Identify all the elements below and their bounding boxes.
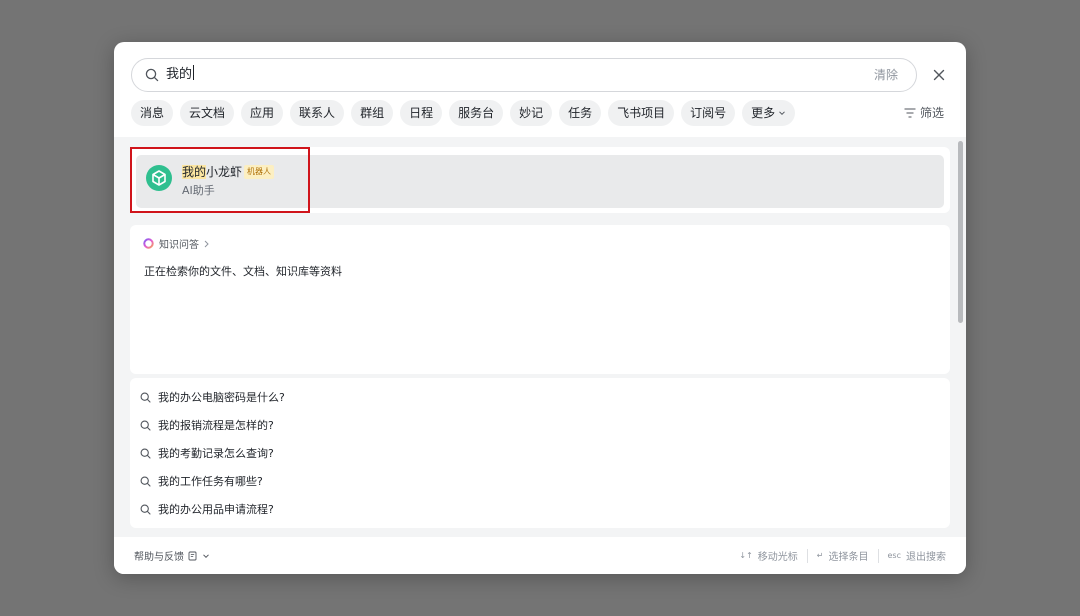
chevron-right-icon [204,240,209,247]
chevron-down-icon [203,553,209,558]
hint-exit-key: esc [887,551,902,560]
search-dialog: 我的 清除 消息 云文档 应用 联系人 群组 日程 服务台 妙记 任务 飞书项目… [114,42,966,574]
filter-icon [904,108,916,117]
suggestion-item[interactable]: 我的考勤记录怎么查询? [140,442,274,464]
category-chips: 消息 云文档 应用 联系人 群组 日程 服务台 妙记 任务 飞书项目 订阅号 更… [131,100,796,126]
chip-apps[interactable]: 应用 [241,100,284,126]
divider [806,548,808,563]
suggestion-item[interactable]: 我的报销流程是怎样的? [140,414,274,436]
bot-name: 我的小龙虾 [182,164,242,180]
chip-tasks[interactable]: 任务 [559,100,602,126]
hint-move-key: ↓↑ [739,551,753,560]
chip-subscriptions[interactable]: 订阅号 [681,100,736,126]
dialog-footer: 帮助与反馈 ↓↑ 移动光标 ↵ 选择条目 esc 退出搜索 [114,537,966,574]
bot-name-rest: 小龙虾 [206,165,243,179]
suggestion-item[interactable]: 我的办公用品申请流程? [140,498,274,520]
bot-result-item[interactable]: 我的小龙虾 机器人 AI助手 [136,155,944,208]
chip-groups[interactable]: 群组 [351,100,394,126]
bot-name-highlight: 我的 [182,165,207,179]
chip-minutes[interactable]: 妙记 [510,100,553,126]
suggestion-item[interactable]: 我的办公电脑密码是什么? [140,386,285,408]
keyboard-hints: ↓↑ 移动光标 ↵ 选择条目 esc 退出搜索 [739,548,946,563]
chip-helpdesk[interactable]: 服务台 [449,100,504,126]
search-query: 我的 [166,67,193,82]
chip-more[interactable]: 更多 [742,100,796,126]
hint-exit-search: esc 退出搜索 [887,551,947,563]
search-icon [140,420,151,431]
knowledge-qa-header[interactable]: 知识问答 [143,236,210,251]
search-box[interactable]: 我的 清除 [131,58,917,92]
divider [877,548,879,563]
filter-button[interactable]: 筛选 [904,104,944,121]
clear-button[interactable]: 清除 [874,66,898,84]
bot-avatar-icon [146,165,172,191]
bot-tag-badge: 机器人 [244,165,274,179]
chip-projects[interactable]: 飞书项目 [608,100,675,126]
search-icon [140,448,151,459]
suggestion-list: 我的办公电脑密码是什么? 我的报销流程是怎样的? 我的考勤记录怎么查询? 我的工… [130,378,950,528]
hint-select-item: ↵ 选择条目 [816,551,869,563]
bot-result-card: 我的小龙虾 机器人 AI助手 [130,147,950,213]
hint-move-cursor: ↓↑ 移动光标 [739,551,798,563]
text-caret [193,65,195,80]
chip-contacts[interactable]: 联系人 [290,100,345,126]
scrollbar-thumb[interactable] [958,141,963,323]
chip-docs[interactable]: 云文档 [180,100,235,126]
help-feedback-button[interactable]: 帮助与反馈 [134,548,210,563]
knowledge-qa-title: 知识问答 [159,240,199,251]
search-icon [145,68,159,82]
bot-subtitle: AI助手 [182,184,215,197]
knowledge-qa-logo-icon [143,238,154,249]
chip-calendar[interactable]: 日程 [400,100,443,126]
results-panel: 我的小龙虾 机器人 AI助手 知识问答 正在检索你的文件、文档、知识库等资料 我… [114,137,966,537]
hint-select-key: ↵ [816,551,824,560]
search-input[interactable]: 我的 [166,64,195,86]
chevron-down-icon [779,111,786,116]
knowledge-qa-status: 正在检索你的文件、文档、知识库等资料 [144,265,342,278]
chip-messages[interactable]: 消息 [131,100,174,126]
suggestion-item[interactable]: 我的工作任务有哪些? [140,470,263,492]
search-icon [140,476,151,487]
search-icon [140,392,151,403]
search-icon [140,504,151,515]
close-icon[interactable] [930,66,948,84]
knowledge-qa-card: 知识问答 正在检索你的文件、文档、知识库等资料 [130,225,950,374]
feedback-icon [188,551,197,560]
